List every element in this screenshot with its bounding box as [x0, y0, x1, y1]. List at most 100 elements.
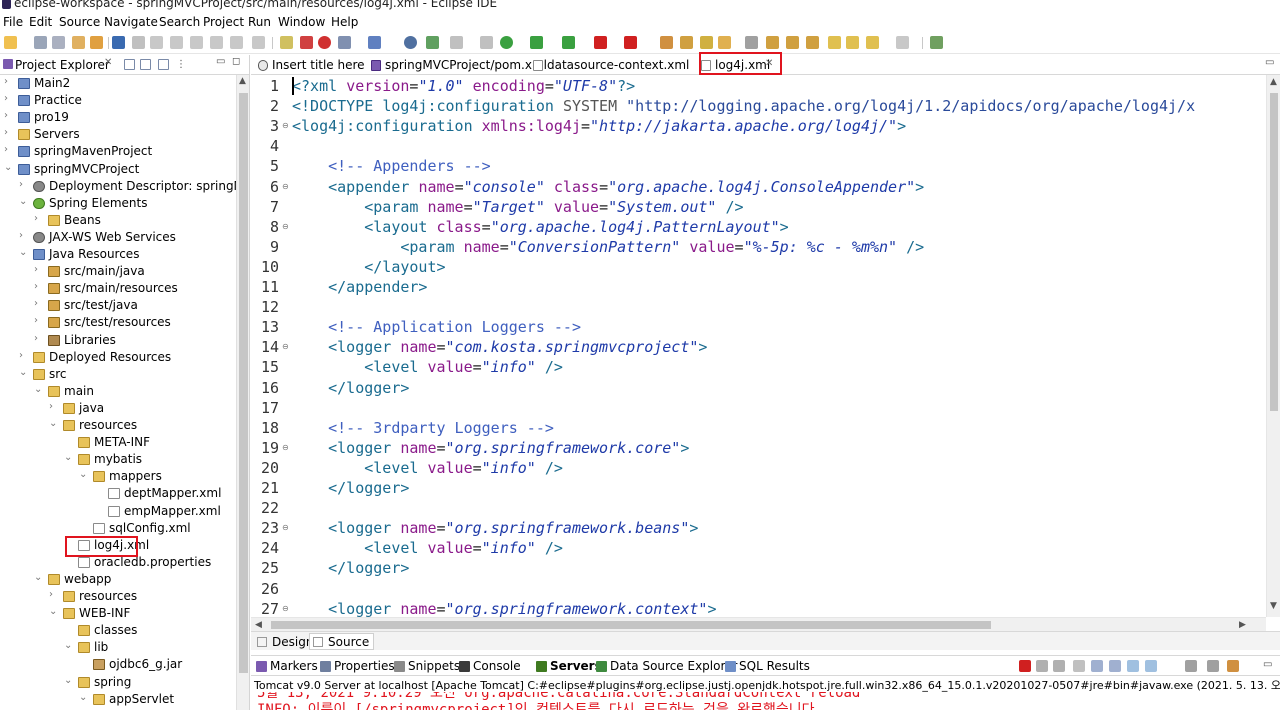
scroll-down-icon[interactable]: ▼: [1270, 601, 1277, 611]
chevron-down-icon[interactable]: ⌄: [79, 692, 89, 703]
clear-console-icon[interactable]: [1073, 660, 1085, 672]
code-line[interactable]: <!DOCTYPE log4j:configuration SYSTEM "ht…: [292, 97, 1195, 115]
code-line[interactable]: <param name="ConversionPattern" value="%…: [292, 238, 924, 256]
world-icon[interactable]: [404, 36, 417, 49]
code-line[interactable]: <log4j:configuration xmlns:log4j="http:/…: [292, 117, 906, 135]
open-folder-icon[interactable]: [718, 36, 731, 49]
editor-tab-pom[interactable]: springMVCProject/pom.xml: [371, 57, 547, 74]
code-line[interactable]: </appender>: [292, 278, 427, 296]
stop-icon[interactable]: [594, 36, 607, 49]
show-on-error-icon[interactable]: [1145, 660, 1157, 672]
chevron-right-icon[interactable]: ›: [4, 76, 14, 87]
chevron-right-icon[interactable]: ›: [49, 589, 59, 600]
minimize-editor-icon[interactable]: ▭: [1265, 57, 1274, 68]
step-return-icon[interactable]: [230, 36, 243, 49]
chevron-down-icon[interactable]: ⌄: [49, 418, 59, 429]
display-console-icon[interactable]: [1185, 660, 1197, 672]
globe-icon[interactable]: [368, 36, 381, 49]
debug-icon[interactable]: [480, 36, 493, 49]
code-line[interactable]: <?xml version="1.0" encoding="UTF-8"?>: [292, 77, 635, 95]
code-line[interactable]: <!-- Application Loggers -->: [292, 318, 581, 336]
chevron-right-icon[interactable]: ›: [19, 179, 29, 190]
menu-navigate[interactable]: Navigate: [104, 15, 158, 29]
bug-icon[interactable]: [450, 36, 463, 49]
menu-project[interactable]: Project: [203, 15, 244, 29]
perspective-icon[interactable]: [930, 36, 943, 49]
chevron-down-icon[interactable]: ⌄: [64, 640, 74, 651]
view-menu-icon[interactable]: ⋮: [176, 59, 187, 70]
minimize-panel-icon[interactable]: ▭: [1263, 659, 1272, 670]
task-icon[interactable]: [280, 36, 293, 49]
search-task-icon[interactable]: [426, 36, 439, 49]
menu-help[interactable]: Help: [331, 15, 358, 29]
show-on-output-icon[interactable]: [1127, 660, 1139, 672]
code-line[interactable]: </logger>: [292, 559, 409, 577]
chevron-right-icon[interactable]: ›: [19, 350, 29, 361]
save-icon[interactable]: [34, 36, 47, 49]
code-line[interactable]: <logger name="org.springframework.contex…: [292, 600, 716, 618]
chevron-right-icon[interactable]: ›: [34, 213, 44, 224]
fold-toggle-icon[interactable]: ⊖: [282, 443, 289, 452]
chevron-right-icon[interactable]: ›: [34, 281, 44, 292]
forward-history-icon[interactable]: [896, 36, 909, 49]
fold-toggle-icon[interactable]: ⊖: [282, 604, 289, 613]
menu-window[interactable]: Window: [278, 15, 325, 29]
code-line[interactable]: <level value="info" />: [292, 459, 563, 477]
chevron-right-icon[interactable]: ›: [4, 127, 14, 138]
fold-toggle-icon[interactable]: ⊖: [282, 182, 289, 191]
close-icon[interactable]: ✕: [104, 57, 112, 68]
open-console-icon[interactable]: [1227, 660, 1239, 672]
code-line[interactable]: <level value="info" />: [292, 539, 563, 557]
editor-tab-insert-title[interactable]: Insert title here: [258, 57, 368, 74]
code-line[interactable]: <!-- Appenders -->: [292, 157, 491, 175]
scroll-right-icon[interactable]: ▶: [1239, 620, 1246, 630]
chevron-down-icon[interactable]: ⌄: [19, 367, 29, 378]
code-line[interactable]: <logger name="org.springframework.core">: [292, 439, 689, 457]
fold-toggle-icon[interactable]: ⊖: [282, 342, 289, 351]
chevron-right-icon[interactable]: ›: [4, 110, 14, 121]
skip-icon[interactable]: [150, 36, 163, 49]
code-line[interactable]: </layout>: [292, 258, 445, 276]
scroll-up-icon[interactable]: ▲: [239, 76, 246, 86]
forward-icon[interactable]: [866, 36, 879, 49]
chevron-down-icon[interactable]: ⌄: [34, 572, 44, 583]
pin-icon[interactable]: [766, 36, 779, 49]
chevron-right-icon[interactable]: ›: [49, 401, 59, 412]
next-annotation-icon[interactable]: [786, 36, 799, 49]
remove-all-icon[interactable]: [1053, 660, 1065, 672]
maximize-icon[interactable]: ◻: [232, 56, 243, 67]
scrollbar-thumb[interactable]: [271, 621, 991, 629]
chevron-down-icon[interactable]: ⌄: [19, 196, 29, 207]
code-line[interactable]: <layout class="org.apache.log4j.PatternL…: [292, 218, 788, 236]
open-task-icon[interactable]: [700, 36, 713, 49]
code-line[interactable]: </logger>: [292, 379, 409, 397]
new-server-icon[interactable]: [338, 36, 351, 49]
code-line[interactable]: <logger name="org.springframework.beans"…: [292, 519, 698, 537]
chevron-down-icon[interactable]: ⌄: [34, 384, 44, 395]
fold-toggle-icon[interactable]: ⊖: [282, 121, 289, 130]
minimize-icon[interactable]: ▭: [216, 56, 227, 67]
source-tab[interactable]: Source: [309, 633, 375, 650]
link-editor-icon[interactable]: [140, 59, 151, 70]
pin-console-icon[interactable]: [1207, 660, 1219, 672]
remove-launch-icon[interactable]: [1036, 660, 1048, 672]
collapse-all-icon[interactable]: [124, 59, 135, 70]
pen-icon[interactable]: [745, 36, 758, 49]
word-wrap-icon[interactable]: [1109, 660, 1121, 672]
stop-circle-icon[interactable]: [318, 36, 331, 49]
prev-annotation-icon[interactable]: [806, 36, 819, 49]
open-icon[interactable]: [72, 36, 85, 49]
code-line[interactable]: <logger name="com.kosta.springmvcproject…: [292, 338, 707, 356]
terminate-icon[interactable]: [1019, 660, 1031, 672]
refresh-icon[interactable]: [300, 36, 313, 49]
step-into-icon[interactable]: [210, 36, 223, 49]
chevron-down-icon[interactable]: ⌄: [64, 675, 74, 686]
coverage-icon[interactable]: [562, 36, 575, 49]
scrollbar-thumb[interactable]: [239, 93, 248, 673]
fold-toggle-icon[interactable]: ⊖: [282, 523, 289, 532]
console-output[interactable]: 5월 13, 2021 9:10:29 오전 org.apache.catali…: [251, 692, 1280, 710]
last-edit-icon[interactable]: [828, 36, 841, 49]
new-icon[interactable]: [4, 36, 17, 49]
filter-icon[interactable]: [158, 59, 169, 70]
external-tools-icon[interactable]: [624, 36, 637, 49]
